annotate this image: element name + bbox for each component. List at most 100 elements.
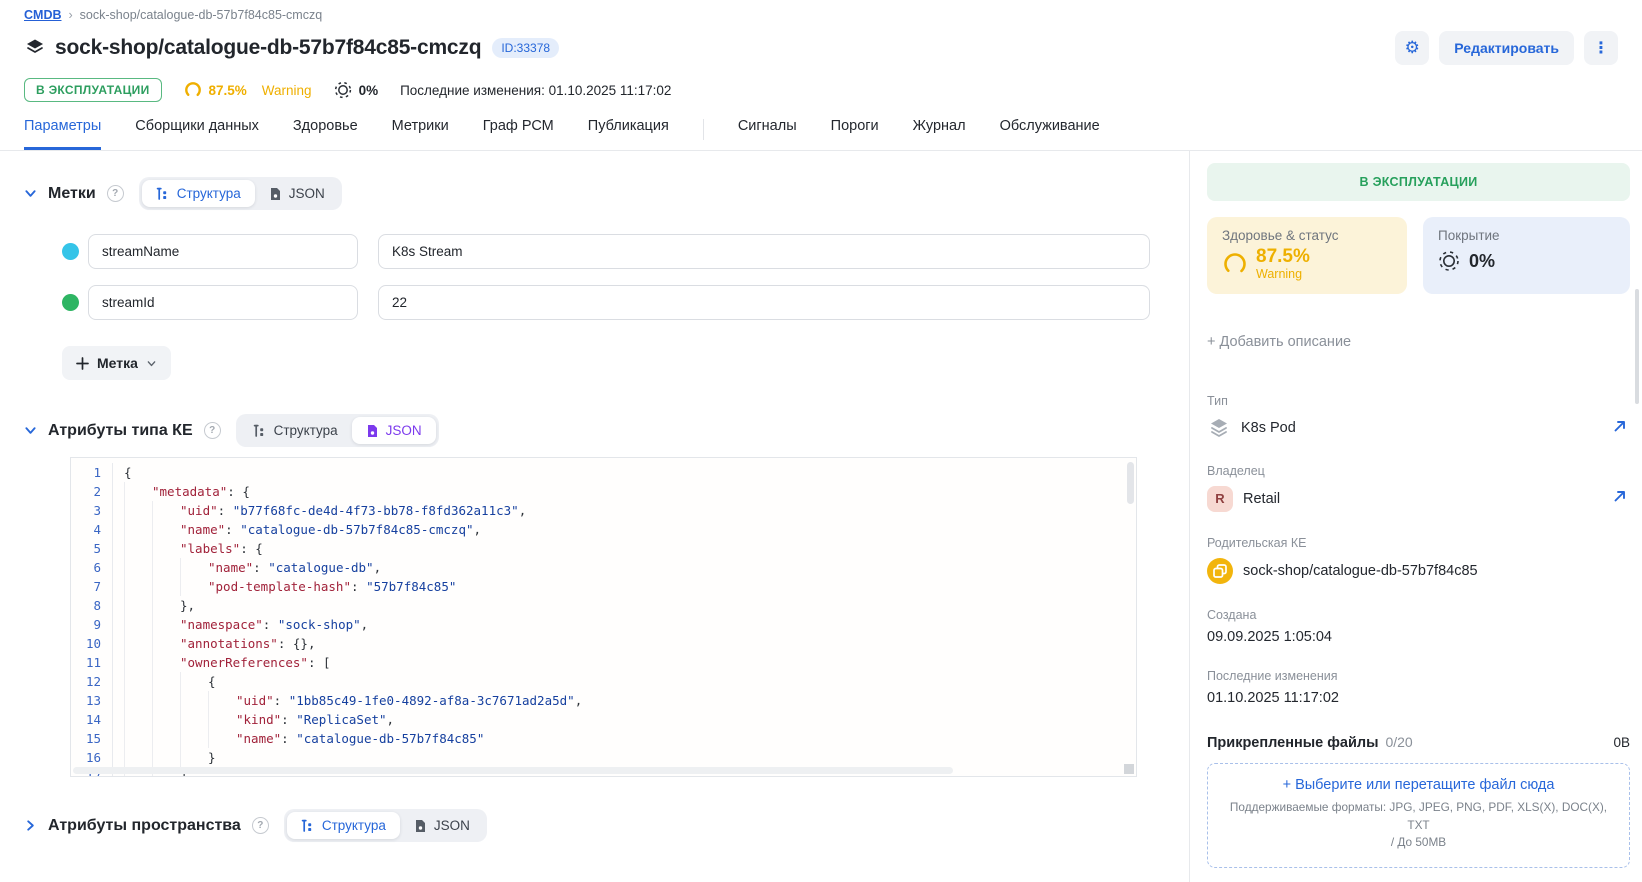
indent-guide <box>152 539 180 558</box>
tab-sborshchiki-dannykh[interactable]: Сборщики данных <box>135 118 259 150</box>
indent-guide <box>124 539 152 558</box>
parent-ci-label: Родительская КЕ <box>1207 536 1630 550</box>
tab-porogi[interactable]: Пороги <box>831 118 879 150</box>
help-icon[interactable]: ? <box>252 817 269 834</box>
k8s-pod-layers-icon <box>1207 416 1231 440</box>
tab-parametry[interactable]: Параметры <box>24 118 101 150</box>
editor-horizontal-scrollbar[interactable] <box>73 767 953 774</box>
health-card-title: Здоровье & статус <box>1222 228 1392 243</box>
indent-guide <box>180 577 208 596</box>
label-key-input[interactable] <box>88 234 358 269</box>
coverage-metric: 0% <box>334 81 379 99</box>
tab-metriki[interactable]: Метрики <box>392 118 449 150</box>
editor-vertical-scrollbar[interactable] <box>1127 462 1134 504</box>
attached-files-count: 0/20 <box>1385 734 1412 750</box>
coverage-card[interactable]: Покрытие 0% <box>1423 217 1630 294</box>
file-dropzone[interactable]: + Выберите или перетащите файл сюда Подд… <box>1207 763 1630 868</box>
tab-publikatsiya[interactable]: Публикация <box>588 118 669 150</box>
code-line-text: "metadata": { <box>113 482 250 501</box>
external-link-icon[interactable] <box>1612 418 1628 434</box>
health-card-value: 87.5% <box>1256 247 1310 267</box>
line-number: 3 <box>71 501 113 520</box>
tab-zhurnal[interactable]: Журнал <box>913 118 966 150</box>
tab-graf-rsm[interactable]: Граф РСМ <box>483 118 554 150</box>
type-field: Тип K8s Pod <box>1207 394 1630 440</box>
indent-guide <box>124 520 152 539</box>
code-line: 5"labels": { <box>71 539 1136 558</box>
space-json-tab[interactable]: JSON <box>400 812 484 839</box>
json-key: "pod-template-hash" <box>208 577 351 596</box>
space-structure-tab[interactable]: Структура <box>287 812 400 839</box>
json-key: "annotations" <box>180 634 278 653</box>
sidebar-scrollbar[interactable] <box>1635 289 1639 404</box>
label-key-input[interactable] <box>88 285 358 320</box>
code-line-text: "pod-template-hash": "57b7f84c85" <box>113 577 456 596</box>
label-value-input[interactable] <box>378 285 1150 320</box>
attributes-json-label: JSON <box>386 423 422 438</box>
code-line: 12{ <box>71 672 1136 691</box>
owner-value: Retail <box>1243 491 1280 507</box>
line-number: 6 <box>71 558 113 577</box>
dropzone-hint-line1: Поддерживаемые форматы: JPG, JPEG, PNG, … <box>1230 800 1607 832</box>
page-title: sock-shop/catalogue-db-57b7f84c85-cmczq <box>55 36 481 60</box>
label-color-dot[interactable] <box>62 243 79 260</box>
chevron-down-icon[interactable] <box>24 187 37 200</box>
attributes-structure-label: Структура <box>274 423 338 438</box>
add-label-button[interactable]: Метка <box>62 346 171 380</box>
json-string-value: "57b7f84c85" <box>366 577 456 596</box>
code-line-text: { <box>113 463 132 482</box>
modified-field: Последние изменения 01.10.2025 11:17:02 <box>1207 669 1630 706</box>
indent-guide <box>124 482 152 501</box>
type-value: K8s Pod <box>1241 420 1296 436</box>
settings-button[interactable]: ⚙ <box>1395 31 1429 65</box>
more-actions-button[interactable]: ⋮ <box>1584 31 1618 65</box>
attributes-json-tab[interactable]: JSON <box>352 417 436 444</box>
help-icon[interactable]: ? <box>107 185 124 202</box>
created-field: Создана 09.09.2025 1:05:04 <box>1207 608 1630 645</box>
owner-label: Владелец <box>1207 464 1630 478</box>
owner-field: Владелец R Retail <box>1207 464 1630 512</box>
label-row <box>62 285 1189 320</box>
chevron-down-icon[interactable] <box>24 424 37 437</box>
code-line: 1{ <box>71 463 1136 482</box>
json-punctuation: : { <box>227 482 250 501</box>
json-code-editor[interactable]: 1{2"metadata": {3"uid": "b77f68fc-de4d-4… <box>70 457 1137 777</box>
chevron-right-icon[interactable] <box>24 819 37 832</box>
tab-obsluzhivanie[interactable]: Обслуживание <box>1000 118 1100 150</box>
code-line: 8}, <box>71 596 1136 615</box>
labels-json-tab[interactable]: JSON <box>255 180 339 207</box>
line-number: 12 <box>71 672 113 691</box>
status-banner[interactable]: В ЭКСПЛУАТАЦИИ <box>1207 163 1630 201</box>
label-value-input[interactable] <box>378 234 1150 269</box>
json-punctuation: : {}, <box>278 634 316 653</box>
tab-signaly[interactable]: Сигналы <box>738 118 797 150</box>
indent-guide <box>124 634 152 653</box>
parent-ci-value[interactable]: sock-shop/catalogue-db-57b7f84c85 <box>1243 563 1478 579</box>
parent-ci-field: Родительская КЕ sock-shop/catalogue-db-5… <box>1207 536 1630 584</box>
health-status-card[interactable]: Здоровье & статус 87.5% Warning <box>1207 217 1407 294</box>
indent-guide <box>180 558 208 577</box>
code-line-text: "uid": "1bb85c49-1fe0-4892-af8a-3c7671ad… <box>113 691 582 710</box>
json-punctuation: : <box>218 501 233 520</box>
edit-button[interactable]: Редактировать <box>1439 31 1574 65</box>
external-link-icon[interactable] <box>1612 488 1628 504</box>
attributes-structure-tab[interactable]: Структура <box>239 417 352 444</box>
json-punctuation: : [ <box>308 653 331 672</box>
add-description-link[interactable]: + Добавить описание <box>1207 334 1630 350</box>
indent-guide <box>152 615 180 634</box>
code-line-text: "uid": "b77f68fc-de4d-4f73-bb78-f8fd362a… <box>113 501 526 520</box>
code-line: 14"kind": "ReplicaSet", <box>71 710 1136 729</box>
code-line: 3"uid": "b77f68fc-de4d-4f73-bb78-f8fd362… <box>71 501 1136 520</box>
label-color-dot[interactable] <box>62 294 79 311</box>
type-label: Тип <box>1207 394 1630 408</box>
tab-zdorove[interactable]: Здоровье <box>293 118 358 150</box>
dropzone-hint: Поддерживаемые форматы: JPG, JPEG, PNG, … <box>1226 799 1611 852</box>
json-punctuation: : <box>281 710 296 729</box>
help-icon[interactable]: ? <box>204 422 221 439</box>
labels-structure-tab[interactable]: Структура <box>142 180 255 207</box>
line-number: 4 <box>71 520 113 539</box>
breadcrumb-root-link[interactable]: CMDB <box>24 8 62 22</box>
attributes-section-header: Атрибуты типа КЕ ? Структура <box>24 414 1189 447</box>
code-line-text: "ownerReferences": [ <box>113 653 331 672</box>
json-key: "uid" <box>236 691 274 710</box>
